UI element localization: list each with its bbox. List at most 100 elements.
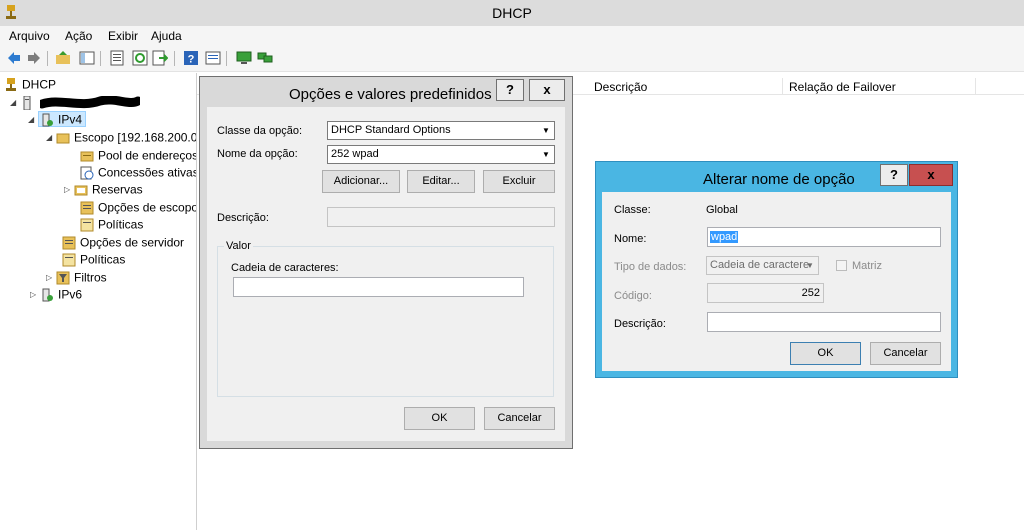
up-folder-icon[interactable]	[55, 50, 71, 66]
help-button[interactable]: ?	[496, 79, 524, 101]
tree-node-scope-policies[interactable]: Políticas	[80, 216, 143, 233]
value-group-label: Valor	[224, 240, 253, 252]
rename-option-dialog: Alterar nome de opção ? x Classe: Global…	[595, 161, 958, 378]
tree-node-policies[interactable]: Políticas	[62, 251, 125, 268]
computer-icon[interactable]	[236, 50, 252, 66]
tree-node-ipv4[interactable]: ◢ IPv4	[28, 111, 87, 128]
policies-icon	[62, 253, 76, 267]
description-label: Descrição:	[614, 318, 666, 330]
option-class-label: Classe da opção:	[217, 125, 302, 137]
option-name-select[interactable]: 252 wpad ▼	[327, 145, 555, 164]
help-button[interactable]: ?	[880, 164, 908, 186]
class-value: Global	[706, 204, 738, 216]
forward-arrow-icon[interactable]	[26, 50, 42, 66]
tree-node-leases[interactable]: Concessões ativas	[80, 164, 196, 181]
help-icon[interactable]: ?	[183, 50, 199, 66]
tree-node-ipv6[interactable]: ▷ IPv6	[30, 286, 82, 303]
cancel-button[interactable]: Cancelar	[484, 407, 555, 430]
name-value-selected: wpad	[710, 231, 739, 243]
title-bar: DHCP	[0, 0, 1024, 26]
folder-icon	[56, 133, 70, 144]
code-label: Código:	[614, 290, 652, 302]
menu-exibir[interactable]: Exibir	[108, 29, 138, 43]
dropdown-arrow-icon: ▼	[542, 150, 550, 159]
menu-acao[interactable]: Ação	[65, 29, 92, 43]
column-description[interactable]: Descrição	[594, 80, 647, 94]
description-label: Descrição:	[217, 212, 269, 224]
policies-icon	[80, 218, 94, 232]
option-class-select[interactable]: DHCP Standard Options ▼	[327, 121, 555, 140]
delete-button[interactable]: Excluir	[483, 170, 555, 193]
dialog-title: Alterar nome de opção	[703, 171, 855, 188]
server-icon	[23, 95, 31, 110]
option-name-label: Nome da opção:	[217, 148, 298, 160]
tree-node-server[interactable]: ◢	[10, 94, 140, 111]
column-failover[interactable]: Relação de Failover	[789, 80, 896, 94]
reservations-icon	[74, 185, 88, 196]
close-button[interactable]: x	[529, 79, 565, 101]
leases-clock-icon	[80, 166, 94, 180]
name-label: Nome:	[614, 233, 647, 245]
filter-icon	[56, 271, 70, 285]
array-label: Matriz	[852, 260, 882, 272]
datatype-label: Tipo de dados:	[614, 261, 687, 273]
ok-button[interactable]: OK	[790, 342, 861, 365]
description-input[interactable]	[707, 312, 941, 332]
dialog-title-bar: Opções e valores predefinidos ? x	[200, 77, 572, 107]
collapse-arrow-icon[interactable]: ▷	[46, 269, 56, 286]
tree-node-scope-options[interactable]: Opções de escopo	[80, 199, 196, 216]
cancel-button[interactable]: Cancelar	[870, 342, 941, 365]
class-label: Classe:	[614, 204, 651, 216]
string-value-field[interactable]	[233, 277, 524, 297]
tree-node-server-options[interactable]: Opções de servidor	[62, 234, 184, 251]
toolbar: ?	[0, 46, 1024, 72]
menu-arquivo[interactable]: Arquivo	[9, 29, 50, 43]
dropdown-arrow-icon: ▼	[542, 126, 550, 135]
predefined-options-dialog: Opções e valores predefinidos ? x Classe…	[199, 76, 573, 449]
dialog-title-bar: Alterar nome de opção ? x	[596, 162, 957, 192]
menu-bar: Arquivo Ação Exibir Ajuda	[0, 26, 1024, 46]
close-button[interactable]: x	[909, 164, 953, 186]
export-list-icon[interactable]	[152, 50, 168, 66]
collapse-arrow-icon[interactable]: ▷	[64, 181, 74, 198]
array-checkbox	[836, 260, 847, 271]
tree-node-scope[interactable]: ◢ Escopo [192.168.200.0]	[46, 129, 196, 146]
code-field: 252	[707, 283, 824, 303]
options-icon	[80, 201, 94, 215]
tree-node-dhcp[interactable]: DHCP	[4, 76, 56, 93]
dropdown-arrow-icon: ▼	[806, 261, 814, 270]
network-computers-icon[interactable]	[257, 50, 273, 66]
console-tree: DHCP ◢ ◢ IPv4 ◢ Escopo [192.168.200.0] Poo…	[0, 73, 197, 530]
string-label: Cadeia de caracteres:	[231, 262, 339, 274]
console-view-icon[interactable]	[205, 50, 221, 66]
ipv6-icon	[42, 288, 53, 302]
add-button[interactable]: Adicionar...	[322, 170, 400, 193]
ipv4-icon	[42, 113, 53, 127]
svg-text:?: ?	[188, 54, 195, 66]
refresh-icon[interactable]	[132, 50, 148, 66]
properties-icon[interactable]	[109, 50, 125, 66]
tree-node-filters[interactable]: ▷ Filtros	[46, 269, 107, 286]
menu-ajuda[interactable]: Ajuda	[151, 29, 182, 43]
window-title: DHCP	[492, 5, 532, 21]
redaction-scribble	[40, 96, 140, 109]
back-arrow-icon[interactable]	[6, 50, 22, 66]
ok-button[interactable]: OK	[404, 407, 475, 430]
dhcp-icon	[6, 77, 16, 91]
edit-button[interactable]: Editar...	[407, 170, 475, 193]
dialog-title: Opções e valores predefinidos	[289, 86, 492, 103]
dialog-body: Classe da opção: DHCP Standard Options ▼…	[207, 107, 565, 441]
description-field	[327, 207, 555, 227]
address-pool-icon	[80, 151, 94, 162]
collapse-arrow-icon[interactable]: ▷	[30, 286, 40, 303]
dialog-body: Classe: Global Nome: wpad Tipo de dados:…	[602, 192, 951, 371]
name-input[interactable]: wpad	[707, 227, 941, 247]
expand-arrow-icon[interactable]: ◢	[46, 129, 56, 146]
tree-node-pool[interactable]: Pool de endereços	[80, 147, 196, 164]
datatype-select: Cadeia de caractere ▼	[706, 256, 819, 275]
expand-arrow-icon[interactable]: ◢	[10, 94, 20, 111]
tree-node-reservations[interactable]: ▷ Reservas	[64, 181, 143, 198]
options-icon	[62, 236, 76, 250]
show-hide-tree-icon[interactable]	[79, 50, 95, 66]
expand-arrow-icon[interactable]: ◢	[28, 111, 38, 128]
